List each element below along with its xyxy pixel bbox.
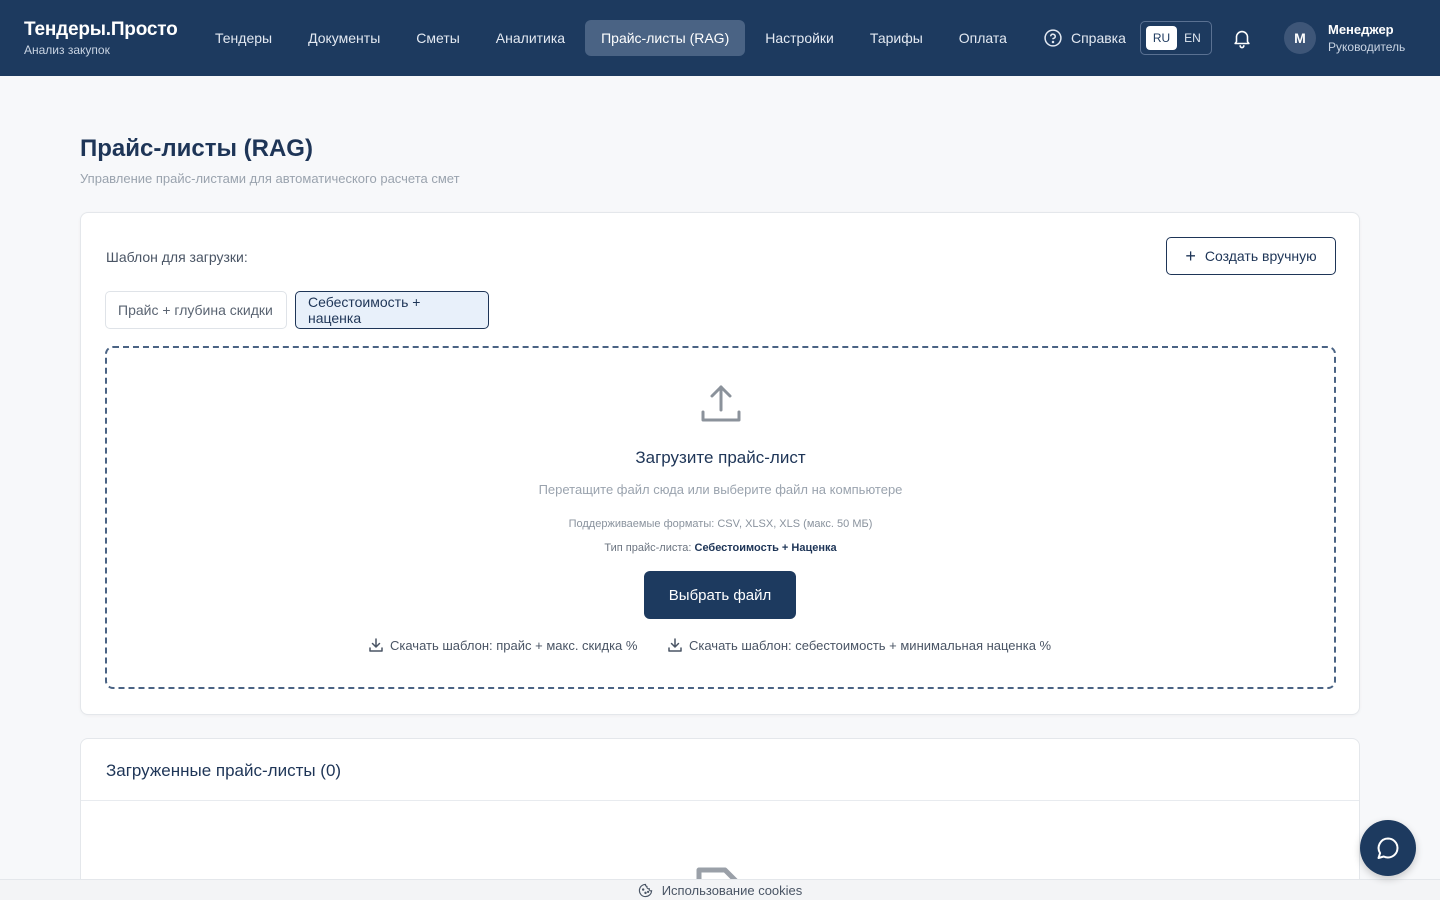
lang-en-button[interactable]: EN <box>1177 26 1208 50</box>
template-label: Шаблон для загрузки: <box>106 249 248 265</box>
chat-icon <box>1377 837 1399 859</box>
nav-item-documents[interactable]: Документы <box>292 20 396 56</box>
nav-item-tariffs[interactable]: Тарифы <box>854 20 939 56</box>
page-subtitle: Управление прайс-листами для автоматичес… <box>80 171 460 186</box>
uploaded-price-lists-title: Загруженные прайс-листы (0) <box>81 739 1359 801</box>
download-template-markup-label: Скачать шаблон: себестоимость + минималь… <box>689 637 1052 653</box>
bell-icon[interactable] <box>1231 27 1253 49</box>
dropzone-subtitle: Перетащите файл сюда или выберите файл н… <box>538 482 903 497</box>
price-list-type-value: Себестоимость + Наценка <box>694 542 837 554</box>
nav-help-label: Справка <box>1070 30 1126 46</box>
nav-item-tenders[interactable]: Тендеры <box>199 20 288 56</box>
top-navbar: Тендеры.Просто Анализ закупок Тендеры До… <box>0 0 1440 76</box>
nav-item-settings[interactable]: Настройки <box>749 20 850 56</box>
question-circle-icon <box>1044 29 1062 47</box>
brand-subtitle: Анализ закупок <box>24 43 110 57</box>
choose-file-button[interactable]: Выбрать файл <box>644 571 796 619</box>
brand-title[interactable]: Тендеры.Просто <box>24 19 178 41</box>
chat-button[interactable] <box>1360 820 1416 876</box>
main-nav: Тендеры Документы Сметы Аналитика Прайс-… <box>199 20 1146 56</box>
download-template-discount-link[interactable]: Скачать шаблон: прайс + макс. скидка % <box>368 637 637 653</box>
supported-formats: Поддерживаемые форматы: CSV, XLSX, XLS (… <box>568 518 873 530</box>
download-template-markup-link[interactable]: Скачать шаблон: себестоимость + минималь… <box>667 637 1051 653</box>
dropzone-title: Загрузите прайс-лист <box>635 448 806 467</box>
price-list-type: Тип прайс-листа: Себестоимость + Наценка <box>107 542 1334 554</box>
page-title: Прайс-листы (RAG) <box>80 135 313 162</box>
upload-icon <box>701 385 741 422</box>
nav-item-estimates[interactable]: Сметы <box>400 20 476 56</box>
file-dropzone[interactable]: Загрузите прайс-лист Перетащите файл сюд… <box>105 346 1336 689</box>
nav-item-payment[interactable]: Оплата <box>943 20 1023 56</box>
template-tab-cost-markup[interactable]: Себестоимость + наценка <box>295 291 489 329</box>
nav-item-analytics[interactable]: Аналитика <box>480 20 581 56</box>
language-switcher: RU EN <box>1140 21 1212 55</box>
template-tab-price-discount[interactable]: Прайс + глубина скидки <box>105 291 287 329</box>
price-list-type-label: Тип прайс-листа: <box>604 542 692 554</box>
download-template-discount-label: Скачать шаблон: прайс + макс. скидка % <box>390 637 638 653</box>
nav-item-help[interactable]: Справка <box>1027 20 1142 56</box>
download-icon <box>369 638 383 652</box>
create-manual-button[interactable]: + Создать вручную <box>1166 237 1336 275</box>
plus-icon: + <box>1185 246 1196 266</box>
nav-item-price-lists[interactable]: Прайс-листы (RAG) <box>585 20 746 56</box>
cookie-bar[interactable]: Использование cookies <box>0 879 1440 900</box>
brand[interactable]: Тендеры.Просто Анализ закупок <box>24 19 178 57</box>
uploaded-price-lists-card: Загруженные прайс-листы (0) <box>80 738 1360 900</box>
user-menu[interactable]: Менеджер Руководитель <box>1328 22 1405 54</box>
lang-ru-button[interactable]: RU <box>1146 26 1177 50</box>
avatar[interactable]: М <box>1284 22 1316 54</box>
upload-card: Шаблон для загрузки: + Создать вручную П… <box>80 212 1360 715</box>
user-role: Руководитель <box>1328 40 1406 54</box>
cookie-icon <box>638 883 652 897</box>
user-name: Менеджер <box>1328 22 1394 37</box>
cookie-label: Использование cookies <box>661 882 803 898</box>
download-icon <box>668 638 682 652</box>
create-manual-label: Создать вручную <box>1204 248 1317 264</box>
